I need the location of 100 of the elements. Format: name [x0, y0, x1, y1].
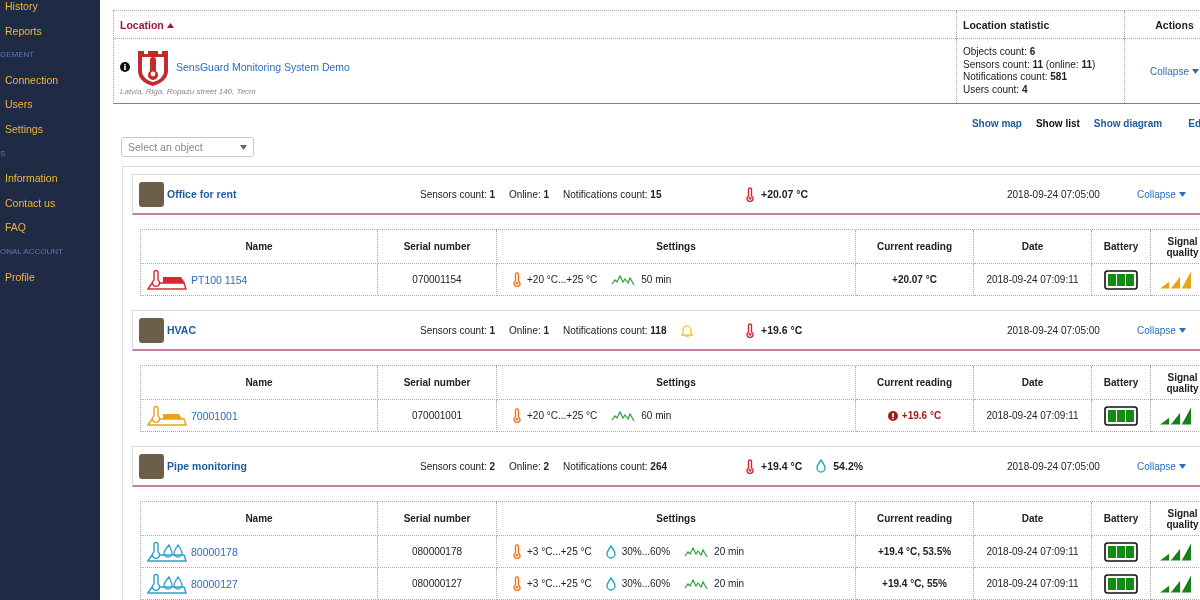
thermometer-icon: [746, 458, 754, 474]
column-header[interactable]: Location: [120, 18, 174, 31]
sensor-link[interactable]: PT100 1154: [191, 273, 248, 286]
thermometer-icon: [513, 576, 521, 591]
statistic-text: Notifications count: 581: [963, 71, 1068, 84]
object-select[interactable]: Select an object: [121, 137, 254, 157]
object-stat: Online: 1: [509, 324, 550, 336]
photo-placeholder: [139, 317, 164, 343]
caret-icon: [1178, 464, 1186, 469]
object-stat: Sensors count: 2: [420, 460, 496, 472]
column-header: Serial number: [403, 241, 471, 252]
column-header: Signal quality: [1165, 371, 1200, 394]
column-header: Serial number: [403, 513, 471, 524]
sidebar-link[interactable]: Connection: [5, 67, 59, 93]
object-stat: Online: 2: [509, 460, 550, 472]
battery-icon: [1104, 269, 1138, 290]
collapse-link[interactable]: Collapse: [1137, 325, 1186, 336]
column-header: Date: [1021, 513, 1044, 524]
drop-icon: [605, 576, 616, 591]
view-link[interactable]: Ed: [1188, 118, 1200, 132]
object-link[interactable]: HVAC: [167, 324, 196, 336]
caret-icon: [1178, 192, 1186, 197]
collapse-link[interactable]: Collapse: [1150, 65, 1199, 77]
object-stat: Online: 1: [509, 188, 550, 200]
caret-icon: [1178, 328, 1186, 333]
setting-value: +3 °C...+25 °C: [527, 546, 592, 557]
statistic-text: Objects count: 6: [963, 46, 1037, 59]
column-header: Date: [1021, 377, 1044, 388]
photo-placeholder: [139, 453, 164, 479]
column-header: Location statistic: [963, 18, 1050, 31]
column-header: Signal quality: [1165, 235, 1200, 258]
object-stat: Notifications count: 15: [563, 188, 662, 200]
object-link[interactable]: Pipe monitoring: [167, 460, 247, 472]
thermometer-icon: [746, 186, 754, 202]
wave-icon: [684, 545, 709, 558]
object-reading: 54.2%: [833, 460, 864, 472]
column-header: Name: [245, 377, 273, 388]
serial-number: 080000178: [411, 546, 463, 557]
object-stat: Sensors count: 1: [420, 188, 496, 200]
info-icon: [120, 61, 130, 72]
sidebar-link[interactable]: FAQ: [5, 215, 26, 240]
view-link[interactable]: Show map: [971, 118, 1022, 132]
setting-value: 60 min: [641, 410, 672, 421]
sidebar-link[interactable]: Information: [5, 166, 58, 191]
location-link[interactable]: SensGuard Monitoring System Demo: [176, 60, 350, 73]
setting-value: +20 °C...+25 °C: [527, 410, 598, 421]
object-reading: +19.4 °C: [761, 460, 803, 472]
serial-number: 070001001: [411, 410, 463, 421]
thermometer-icon: [513, 272, 521, 287]
column-header: Battery: [1103, 513, 1139, 524]
collapse-link[interactable]: Collapse: [1137, 461, 1186, 472]
statistic-text: Users count: 4: [963, 83, 1029, 96]
thermometer-icon: [513, 408, 521, 423]
sidebar-link[interactable]: Users: [5, 92, 33, 117]
sidebar-link[interactable]: Reports: [5, 18, 42, 44]
serial-number: 070001154: [412, 274, 462, 285]
column-header: Name: [245, 241, 273, 252]
object-link[interactable]: Office for rent: [167, 188, 237, 200]
setting-value: 20 min: [714, 546, 745, 557]
current-reading: +19.4 °C, 53.5%: [877, 546, 952, 557]
setting-value: 50 min: [641, 274, 672, 285]
sensor-link[interactable]: 80000178: [191, 545, 238, 558]
column-header: Settings: [656, 241, 696, 252]
thermometer-icon: [746, 322, 754, 338]
sensor-link[interactable]: 70001001: [191, 409, 238, 422]
sidebar-section-label: S: [0, 147, 6, 160]
sensor-link[interactable]: 80000127: [191, 577, 238, 590]
reading-date: 2018-09-24 07:09:11: [986, 578, 1079, 589]
setting-value: 30%...60%: [621, 578, 671, 589]
setting-value: +20 °C...+25 °C: [527, 274, 598, 285]
alert-icon: [887, 410, 898, 421]
sidebar-link[interactable]: Settings: [5, 116, 43, 142]
sensor-icon: [147, 541, 187, 562]
setting-value: +3 °C...+25 °C: [527, 578, 592, 589]
column-header: Current reading: [877, 377, 952, 388]
current-reading: +19.6 °C: [901, 410, 942, 421]
column-header: Signal quality: [1165, 507, 1200, 530]
sidebar-link[interactable]: Contact us: [5, 190, 56, 216]
column-header: Name: [245, 513, 273, 524]
reading-date: 2018-09-24 07:09:11: [986, 274, 1079, 285]
sensor-icon: [147, 573, 187, 594]
current-reading: +19.4 °C, 55%: [882, 578, 947, 589]
drop-icon: [816, 459, 827, 473]
column-header: Current reading: [877, 513, 952, 524]
view-link[interactable]: Show diagram: [1093, 118, 1163, 132]
reading-date: 2018-09-24 07:09:11: [986, 546, 1079, 557]
drop-icon: [605, 544, 616, 559]
column-header: Current reading: [877, 241, 952, 252]
sidebar-link[interactable]: History: [5, 0, 38, 19]
wave-icon: [611, 273, 636, 286]
column-header: Battery: [1103, 241, 1139, 252]
object-stat: Notifications count: 118: [563, 324, 667, 336]
sensor-icon: [147, 269, 187, 290]
column-header: Serial number: [403, 377, 471, 388]
collapse-link[interactable]: Collapse: [1137, 189, 1186, 200]
sidebar-link[interactable]: Profile: [5, 264, 35, 290]
current-reading: +20.07 °C: [892, 274, 937, 285]
object-stat: Sensors count: 1: [420, 324, 496, 336]
wave-icon: [611, 409, 636, 422]
view-link[interactable]: Show list: [1035, 118, 1080, 132]
